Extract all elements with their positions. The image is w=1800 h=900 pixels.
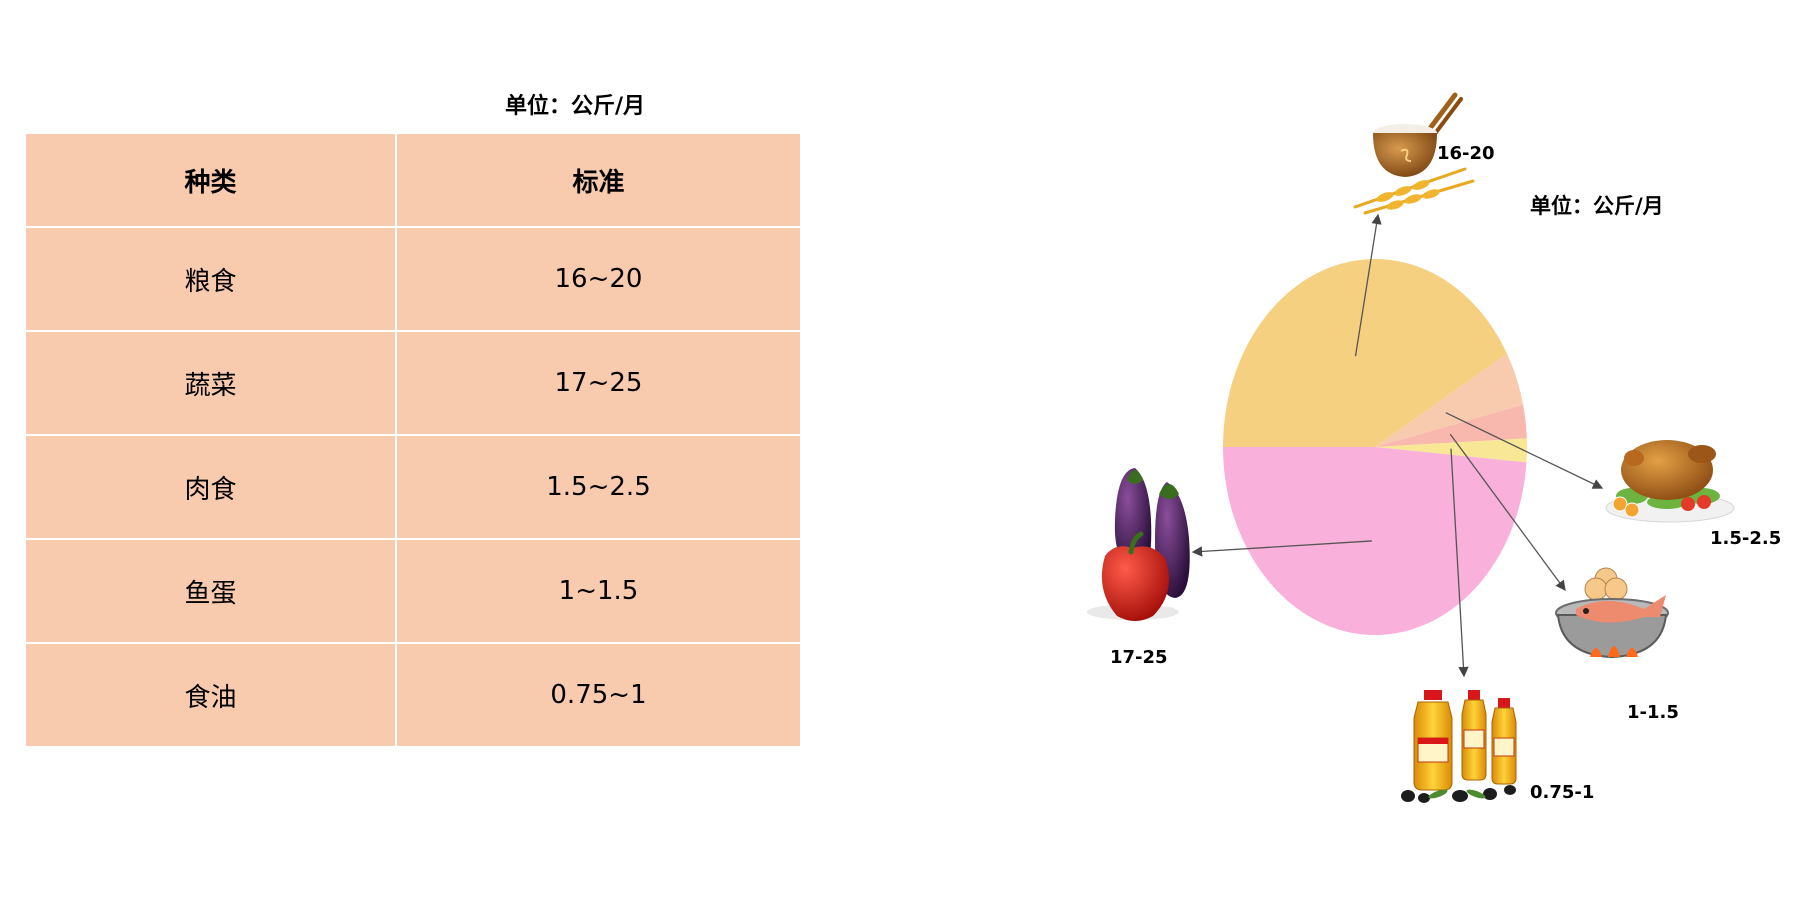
roast-chicken-icon	[1605, 440, 1735, 523]
chart-unit-label: 单位：公斤/月	[1530, 194, 1664, 218]
slice-label-grain: 16-20	[1437, 143, 1495, 164]
eggplant-pepper-icon	[1087, 468, 1190, 621]
slice-label-vegetables: 17-25	[1110, 647, 1168, 668]
pie-slices	[1223, 259, 1527, 636]
fish-pot-eggs-icon	[1555, 567, 1669, 659]
slice-label-fish-egg: 1-1.5	[1627, 702, 1679, 723]
pie-chart: 单位：公斤/月 16-201.5-2.51-1.50.75-117-25	[1087, 92, 1781, 803]
oil-bottles-icon	[1401, 690, 1517, 803]
slice-label-meat: 1.5-2.5	[1710, 528, 1781, 549]
slice-label-oil: 0.75-1	[1530, 782, 1594, 803]
